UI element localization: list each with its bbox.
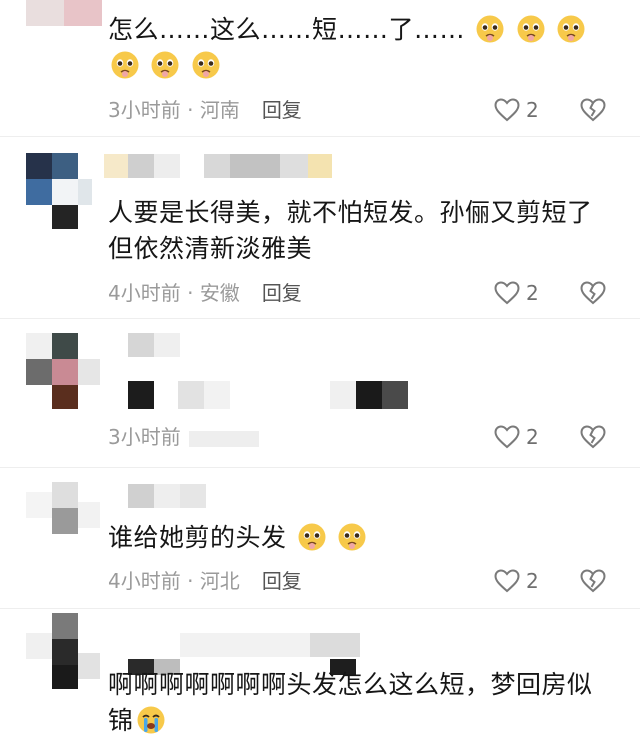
heart-icon (494, 281, 520, 305)
username-blurred[interactable] (104, 484, 214, 508)
like-count: 2 (526, 281, 539, 305)
broken-heart-icon[interactable] (580, 568, 606, 594)
pleading-face-emoji (557, 15, 585, 43)
separator: · (180, 98, 200, 122)
pleading-face-emoji (517, 15, 545, 43)
reply-button[interactable]: 回复 (262, 281, 302, 305)
comment-meta: 4小时前 · 安徽 回复 (108, 279, 302, 307)
location: 河北 (199, 569, 240, 593)
comment-text: 怎么……这么……短……了…… (108, 12, 608, 84)
timestamp: 4小时前 (108, 281, 181, 305)
heart-icon (494, 425, 520, 449)
reply-button[interactable]: 回复 (262, 98, 302, 122)
like-button[interactable]: 2 (494, 96, 539, 124)
like-count: 2 (526, 425, 539, 449)
avatar[interactable] (26, 0, 102, 36)
reply-button[interactable]: 回复 (262, 569, 302, 593)
pleading-face-emoji (338, 523, 366, 551)
broken-heart-icon[interactable] (580, 280, 606, 306)
broken-heart-icon[interactable] (580, 424, 606, 450)
separator: · (180, 281, 200, 305)
username-blurred[interactable] (104, 333, 184, 357)
comment-text: 谁给她剪的头发 (108, 520, 608, 556)
comment-text: 啊啊啊啊啊啊啊头发怎么这么短，梦回房似锦 (108, 670, 593, 735)
avatar[interactable] (26, 153, 102, 229)
timestamp: 3小时前 (108, 98, 181, 122)
avatar[interactable] (26, 613, 102, 689)
location-blurred (188, 430, 259, 447)
like-button[interactable]: 2 (494, 567, 539, 595)
crying-face-emoji (137, 706, 165, 734)
like-button[interactable]: 2 (494, 279, 539, 307)
pleading-face-emoji (192, 51, 220, 79)
heart-icon (494, 569, 520, 593)
heart-icon (494, 98, 520, 122)
username-blurred[interactable] (104, 633, 364, 657)
pleading-face-emoji-row (287, 523, 368, 552)
like-button[interactable]: 2 (494, 423, 539, 451)
timestamp: 4小时前 (108, 569, 181, 593)
comment-3: 3小时前 2 (0, 319, 640, 467)
comment-meta: 4小时前 · 河北 回复 (108, 567, 302, 595)
comment-4: 谁给她剪的头发 4小时前 · 河北 回复 2 (0, 468, 640, 608)
like-count: 2 (526, 98, 539, 122)
location: 河南 (199, 98, 240, 122)
avatar[interactable] (26, 482, 102, 558)
pleading-face-emoji (476, 15, 504, 43)
username-blurred[interactable] (104, 154, 334, 178)
comment-1: 怎么……这么……短……了…… 3小时前 · 河南 回复 2 (0, 0, 640, 135)
avatar[interactable] (26, 333, 102, 409)
pleading-face-emoji (298, 523, 326, 551)
location: 安徽 (199, 281, 240, 305)
comment-meta: 3小时前 (108, 423, 259, 451)
separator: · (180, 569, 200, 593)
comment-2: 人要是长得美，就不怕短发。孙俪又剪短了但依然清新淡雅美 4小时前 · 安徽 回复 … (0, 137, 640, 315)
pleading-face-emoji (151, 51, 179, 79)
comment-5: 啊啊啊啊啊啊啊头发怎么这么短，梦回房似锦 (0, 609, 640, 749)
comment-text-blurred (104, 381, 414, 409)
timestamp: 3小时前 (108, 425, 181, 449)
comment-text: 人要是长得美，就不怕短发。孙俪又剪短了但依然清新淡雅美 (108, 198, 593, 263)
like-count: 2 (526, 569, 539, 593)
comment-meta: 3小时前 · 河南 回复 (108, 96, 302, 124)
broken-heart-icon[interactable] (580, 97, 606, 123)
pleading-face-emoji (111, 51, 139, 79)
